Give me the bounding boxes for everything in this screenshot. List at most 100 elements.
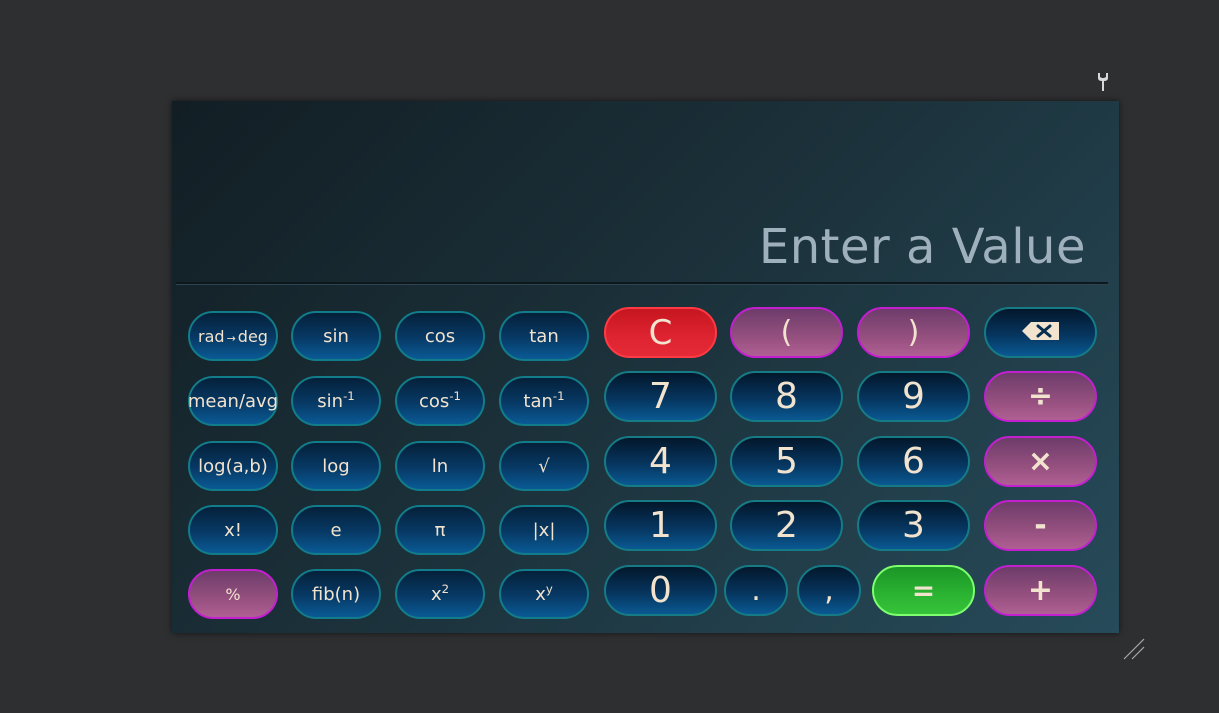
log-ab-button[interactable]: log(a,b) — [188, 441, 278, 491]
power-base: x — [535, 583, 546, 605]
display-area: Enter a Value — [172, 101, 1119, 283]
display-divider — [176, 282, 1108, 285]
tan-label: tan — [529, 325, 559, 347]
digit-7-label: 7 — [649, 376, 672, 417]
divide-button[interactable]: ÷ — [984, 371, 1097, 422]
multiply-label: × — [1027, 444, 1054, 479]
add-button[interactable]: + — [984, 565, 1097, 616]
percent-button[interactable]: % — [188, 569, 278, 619]
wrench-icon[interactable] — [1095, 71, 1111, 93]
arcsin-label: sin-1 — [317, 388, 355, 412]
digit-9-label: 9 — [902, 376, 925, 417]
square-label: x2 — [430, 581, 450, 605]
digit-3-label: 3 — [902, 505, 925, 546]
digit-1-button[interactable]: 1 — [604, 500, 717, 551]
ln-label: ln — [431, 455, 449, 477]
rad-text: rad — [198, 326, 225, 346]
arccos-button[interactable]: cos-1 — [395, 376, 485, 426]
square-base: x — [430, 583, 442, 605]
add-label: + — [1027, 573, 1054, 608]
pi-label: π — [434, 519, 446, 541]
digit-5-button[interactable]: 5 — [730, 436, 843, 487]
digit-4-label: 4 — [649, 441, 672, 482]
euler-e-button[interactable]: e — [291, 505, 381, 555]
arcsin-base: sin — [317, 390, 344, 412]
digit-0-button[interactable]: 0 — [604, 565, 717, 616]
comma-label: , — [824, 573, 834, 608]
fibonacci-button[interactable]: fib(n) — [291, 569, 381, 619]
clear-button[interactable]: C — [604, 307, 717, 358]
digit-6-button[interactable]: 6 — [857, 436, 970, 487]
square-button[interactable]: x2 — [395, 569, 485, 619]
multiply-button[interactable]: × — [984, 436, 1097, 487]
equals-label: = — [911, 574, 936, 607]
mean-avg-label: mean/avg — [187, 390, 279, 412]
digit-6-label: 6 — [902, 441, 925, 482]
euler-e-label: e — [330, 519, 342, 541]
sin-button[interactable]: sin — [291, 311, 381, 361]
factorial-label: x! — [224, 519, 242, 541]
arccos-label: cos-1 — [419, 388, 461, 412]
backspace-button[interactable] — [984, 307, 1097, 358]
close-paren-button[interactable]: ) — [857, 307, 970, 358]
comma-button[interactable]: , — [797, 565, 861, 616]
resize-grip-icon[interactable] — [1122, 637, 1146, 661]
arccos-sup: -1 — [449, 388, 461, 403]
cos-button[interactable]: cos — [395, 311, 485, 361]
decimal-point-button[interactable]: . — [724, 565, 788, 616]
factorial-button[interactable]: x! — [188, 505, 278, 555]
close-paren-label: ) — [907, 315, 920, 350]
digit-9-button[interactable]: 9 — [857, 371, 970, 422]
arctan-sup: -1 — [552, 388, 565, 403]
arcsin-button[interactable]: sin-1 — [291, 376, 381, 426]
divide-label: ÷ — [1027, 379, 1054, 414]
open-paren-label: ( — [780, 315, 793, 350]
absolute-value-button[interactable]: |x| — [499, 505, 589, 555]
power-sup: y — [545, 581, 553, 596]
decimal-point-label: . — [751, 573, 761, 608]
arcsin-sup: -1 — [343, 388, 355, 403]
subtract-label: - — [1034, 508, 1047, 543]
digit-2-label: 2 — [775, 505, 798, 546]
sin-label: sin — [323, 325, 349, 347]
rad-to-deg-label: rad → deg — [198, 327, 268, 346]
subtract-button[interactable]: - — [984, 500, 1097, 551]
digit-7-button[interactable]: 7 — [604, 371, 717, 422]
backspace-icon — [1021, 321, 1061, 345]
digit-4-button[interactable]: 4 — [604, 436, 717, 487]
log-ab-label: log(a,b) — [198, 455, 268, 477]
tan-button[interactable]: tan — [499, 311, 589, 361]
open-paren-button[interactable]: ( — [730, 307, 843, 358]
digit-8-button[interactable]: 8 — [730, 371, 843, 422]
digit-5-label: 5 — [775, 441, 798, 482]
clear-label: C — [648, 312, 673, 353]
arrow-glyph: → — [226, 331, 236, 345]
absolute-value-label: |x| — [532, 519, 556, 541]
arccos-base: cos — [419, 390, 450, 412]
rad-to-deg-button[interactable]: rad → deg — [188, 311, 278, 361]
arctan-label: tan-1 — [523, 388, 565, 412]
cos-label: cos — [424, 325, 456, 347]
percent-label: % — [225, 584, 241, 604]
arctan-base: tan — [523, 390, 553, 412]
fibonacci-label: fib(n) — [311, 583, 361, 605]
digit-2-button[interactable]: 2 — [730, 500, 843, 551]
mean-avg-button[interactable]: mean/avg — [188, 376, 278, 426]
pi-button[interactable]: π — [395, 505, 485, 555]
power-button[interactable]: xy — [499, 569, 589, 619]
digit-1-label: 1 — [649, 505, 672, 546]
sqrt-button[interactable]: √ — [499, 441, 589, 491]
power-label: xy — [535, 581, 553, 605]
calculator-panel: Enter a Value rad → deg sin cos tan C ( ) … — [172, 101, 1119, 633]
log-button[interactable]: log — [291, 441, 381, 491]
digit-3-button[interactable]: 3 — [857, 500, 970, 551]
deg-text: deg — [237, 326, 268, 346]
digit-0-label: 0 — [649, 570, 672, 611]
equals-button[interactable]: = — [872, 565, 975, 616]
arctan-button[interactable]: tan-1 — [499, 376, 589, 426]
log-label: log — [322, 455, 350, 477]
digit-8-label: 8 — [775, 376, 798, 417]
square-sup: 2 — [441, 581, 450, 596]
ln-button[interactable]: ln — [395, 441, 485, 491]
display-value: Enter a Value — [758, 219, 1086, 275]
